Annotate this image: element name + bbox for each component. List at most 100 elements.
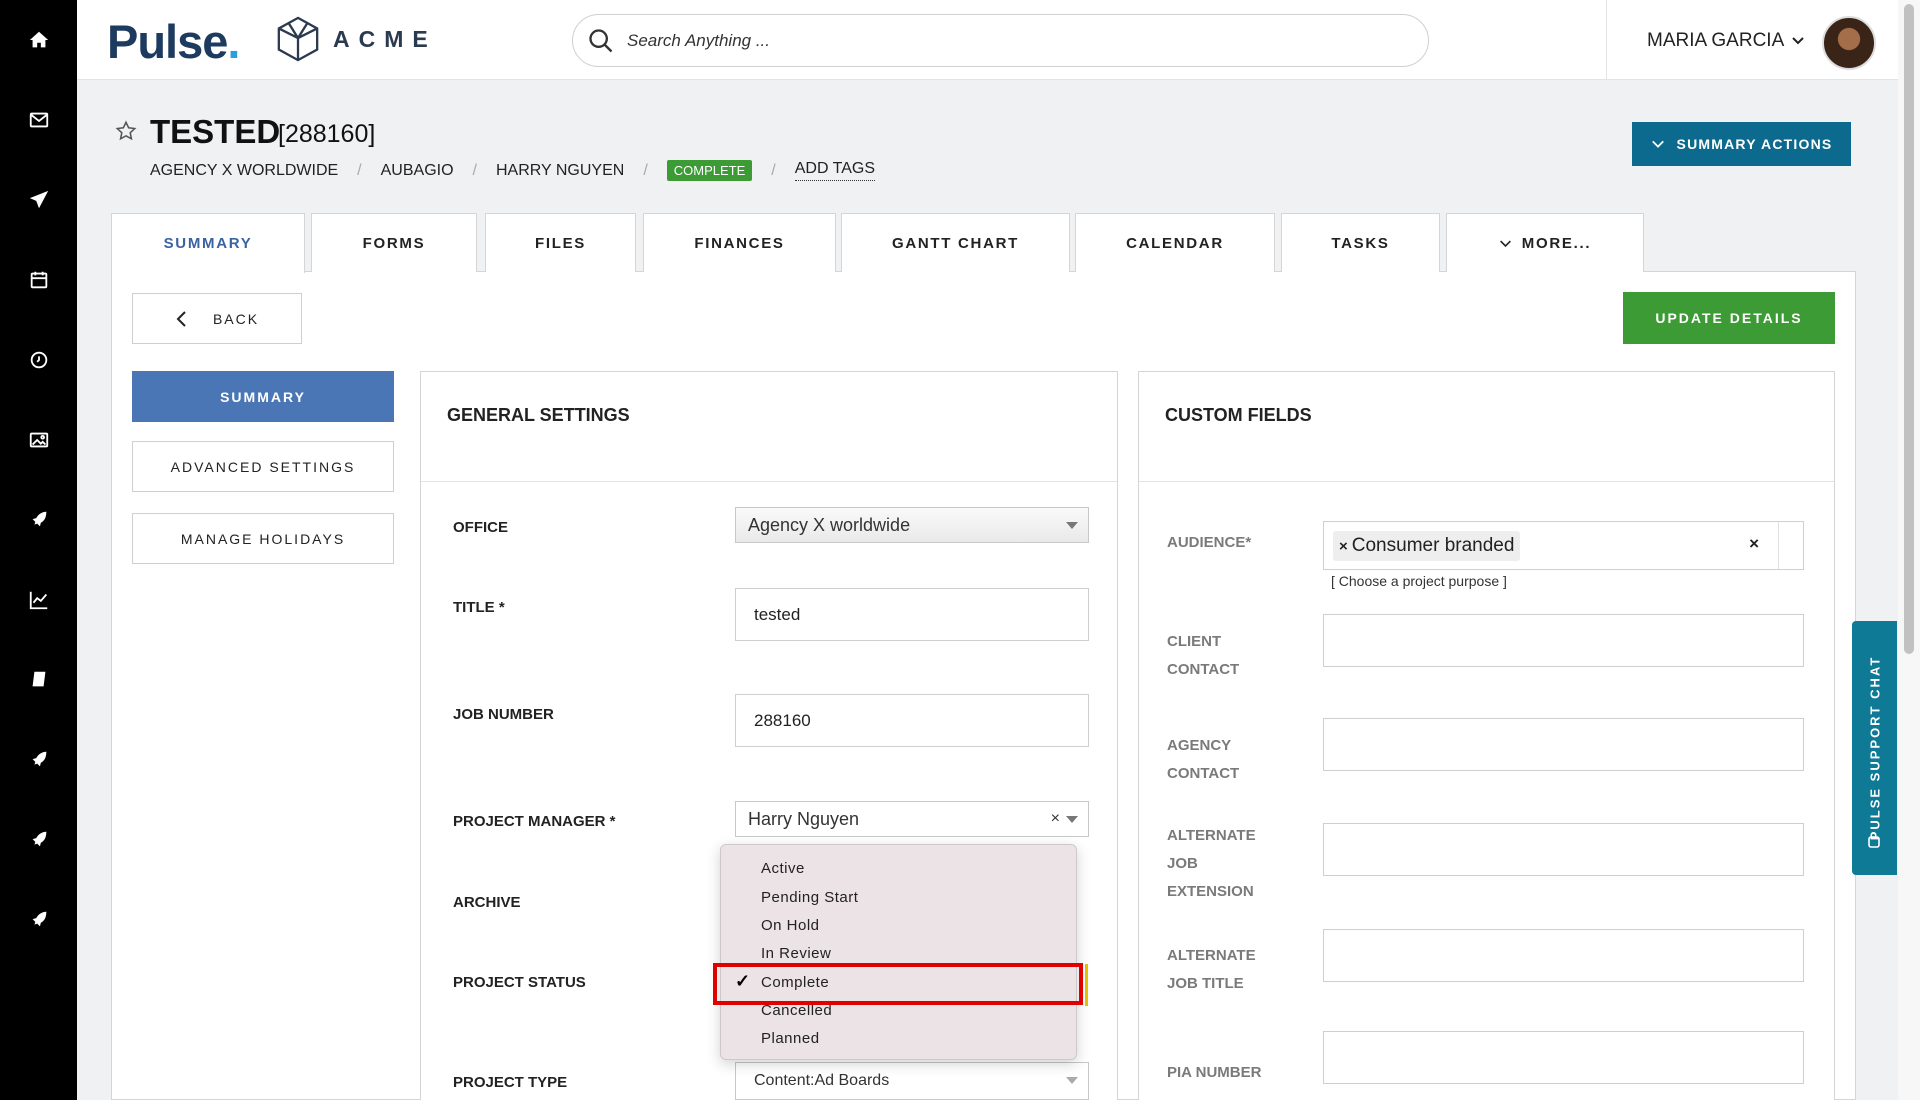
user-menu[interactable]: MARIA GARCIA [1647, 30, 1806, 52]
topbar-divider [1606, 0, 1607, 80]
acme-emblem-icon [277, 16, 319, 62]
rocket-icon[interactable] [0, 820, 77, 860]
project-type-select[interactable]: Content:Ad Boards [735, 1062, 1089, 1100]
summary-actions-button[interactable]: SUMMARY ACTIONS [1632, 122, 1851, 166]
home-icon[interactable] [0, 20, 77, 60]
alternate-job-extension-label-line: EXTENSION [1167, 883, 1254, 900]
chevron-down-icon [1651, 140, 1664, 148]
client-contact-input[interactable] [1323, 614, 1804, 667]
mail-icon[interactable] [0, 100, 77, 140]
tab-finances[interactable]: FINANCES [643, 213, 836, 272]
add-tags-link[interactable]: ADD TAGS [794, 160, 876, 181]
audience-hint: [ Choose a project purpose ] [1331, 573, 1507, 589]
agency-contact-input[interactable] [1323, 718, 1804, 771]
chart-icon[interactable] [0, 580, 77, 620]
top-bar: Pulse. ACME MARIA GARCIA [77, 0, 1900, 80]
back-label: BACK [212, 310, 260, 327]
project-manager-value: Harry Nguyen [748, 808, 860, 829]
support-chat-label: PULSE SUPPORT CHAT [1867, 655, 1882, 841]
summary-actions-label: SUMMARY ACTIONS [1676, 136, 1833, 152]
status-option-active[interactable]: Active [761, 860, 805, 877]
scrollbar-thumb[interactable] [1904, 4, 1914, 654]
pulse-logo[interactable]: Pulse. [107, 14, 240, 69]
book-icon[interactable] [0, 660, 77, 700]
office-value: Agency X worldwide [748, 514, 911, 535]
star-icon[interactable] [115, 120, 137, 142]
job-number-input[interactable] [735, 694, 1089, 747]
side-nav-advanced-settings[interactable]: ADVANCED SETTINGS [132, 441, 394, 492]
archive-label: ARCHIVE [453, 894, 521, 911]
send-icon[interactable] [0, 180, 77, 220]
side-nav-summary[interactable]: SUMMARY [132, 371, 394, 422]
job-number-label: JOB NUMBER [453, 706, 554, 723]
title-input[interactable] [735, 588, 1089, 641]
status-option-cancelled[interactable]: Cancelled [761, 1002, 832, 1019]
search-input[interactable] [627, 30, 1387, 51]
custom-fields-heading: CUSTOM FIELDS [1139, 372, 1834, 482]
breadcrumb: AGENCY X WORLDWIDE / AUBAGIO / HARRY NGU… [150, 160, 876, 181]
audience-multiselect[interactable]: × Consumer branded × [1323, 521, 1804, 570]
tab-more-label: MORE... [1521, 234, 1592, 252]
project-manager-select[interactable]: Harry Nguyen × [735, 801, 1089, 837]
clear-icon[interactable]: × [1749, 534, 1759, 554]
tab-summary[interactable]: SUMMARY [111, 213, 305, 273]
chevron-left-icon [176, 310, 186, 327]
left-rail [0, 0, 77, 1100]
chat-icon [1868, 836, 1880, 848]
breadcrumb-separator: / [357, 161, 362, 179]
rocket-icon[interactable] [0, 900, 77, 940]
status-option-on-hold[interactable]: On Hold [761, 917, 820, 934]
breadcrumb-office[interactable]: AGENCY X WORLDWIDE [150, 162, 338, 180]
rocket-icon[interactable] [0, 740, 77, 780]
calendar-icon[interactable] [0, 260, 77, 300]
multiselect-toggle[interactable] [1778, 522, 1803, 569]
alternate-job-extension-label: ALTERNATE JOB EXTENSION [1167, 822, 1256, 906]
status-option-planned[interactable]: Planned [761, 1030, 820, 1047]
audience-tag-label: Consumer branded [1351, 535, 1515, 556]
project-status-label: PROJECT STATUS [453, 974, 586, 991]
update-details-button[interactable]: UPDATE DETAILS [1623, 292, 1835, 344]
alternate-job-extension-label-line: JOB [1167, 855, 1198, 872]
project-status-dropdown[interactable]: Active Pending Start On Hold In Review ✓… [720, 844, 1077, 1060]
support-chat-button[interactable]: PULSE SUPPORT CHAT [1852, 621, 1897, 875]
tab-tasks[interactable]: TASKS [1281, 213, 1440, 272]
title-label: TITLE * [453, 599, 505, 616]
tab-forms[interactable]: FORMS [311, 213, 477, 272]
agency-contact-label-line: AGENCY [1167, 737, 1232, 754]
office-select[interactable]: Agency X worldwide [735, 507, 1089, 543]
remove-tag-icon[interactable]: × [1339, 538, 1348, 555]
general-settings-heading: GENERAL SETTINGS [421, 372, 1117, 482]
project-manager-label: PROJECT MANAGER * [453, 813, 616, 830]
page-title: TESTED [150, 113, 281, 150]
chevron-down-icon [1499, 239, 1511, 247]
breadcrumb-manager[interactable]: HARRY NGUYEN [496, 162, 624, 180]
alternate-job-extension-label-line: ALTERNATE [1167, 827, 1256, 844]
tab-calendar[interactable]: CALENDAR [1075, 213, 1275, 272]
search-bar[interactable] [572, 14, 1429, 67]
status-option-in-review[interactable]: In Review [761, 945, 831, 962]
breadcrumb-product[interactable]: AUBAGIO [381, 162, 454, 180]
pia-number-input[interactable] [1323, 1031, 1804, 1084]
caret-down-icon [1066, 1077, 1078, 1084]
caret-down-icon [1066, 522, 1078, 529]
page-scrollbar[interactable] [1898, 0, 1920, 1100]
tab-more[interactable]: MORE... [1446, 213, 1644, 272]
clear-icon[interactable]: × [1051, 810, 1060, 828]
side-nav-manage-holidays[interactable]: MANAGE HOLIDAYS [132, 513, 394, 564]
status-option-pending-start[interactable]: Pending Start [761, 889, 858, 906]
clock-icon[interactable] [0, 340, 77, 380]
breadcrumb-separator: / [472, 161, 477, 179]
image-icon[interactable] [0, 420, 77, 460]
status-option-complete[interactable]: Complete [761, 974, 829, 991]
avatar[interactable] [1822, 16, 1876, 70]
alternate-job-title-input[interactable] [1323, 929, 1804, 982]
tab-gantt-chart[interactable]: GANTT CHART [841, 213, 1070, 272]
alternate-job-extension-input[interactable] [1323, 823, 1804, 876]
back-button[interactable]: BACK [132, 293, 302, 344]
breadcrumb-separator: / [771, 161, 776, 179]
search-icon [589, 28, 613, 52]
client-contact-label: CLIENT CONTACT [1167, 628, 1239, 684]
audience-tag[interactable]: × Consumer branded [1333, 531, 1521, 561]
tab-files[interactable]: FILES [485, 213, 636, 272]
rocket-icon[interactable] [0, 500, 77, 540]
